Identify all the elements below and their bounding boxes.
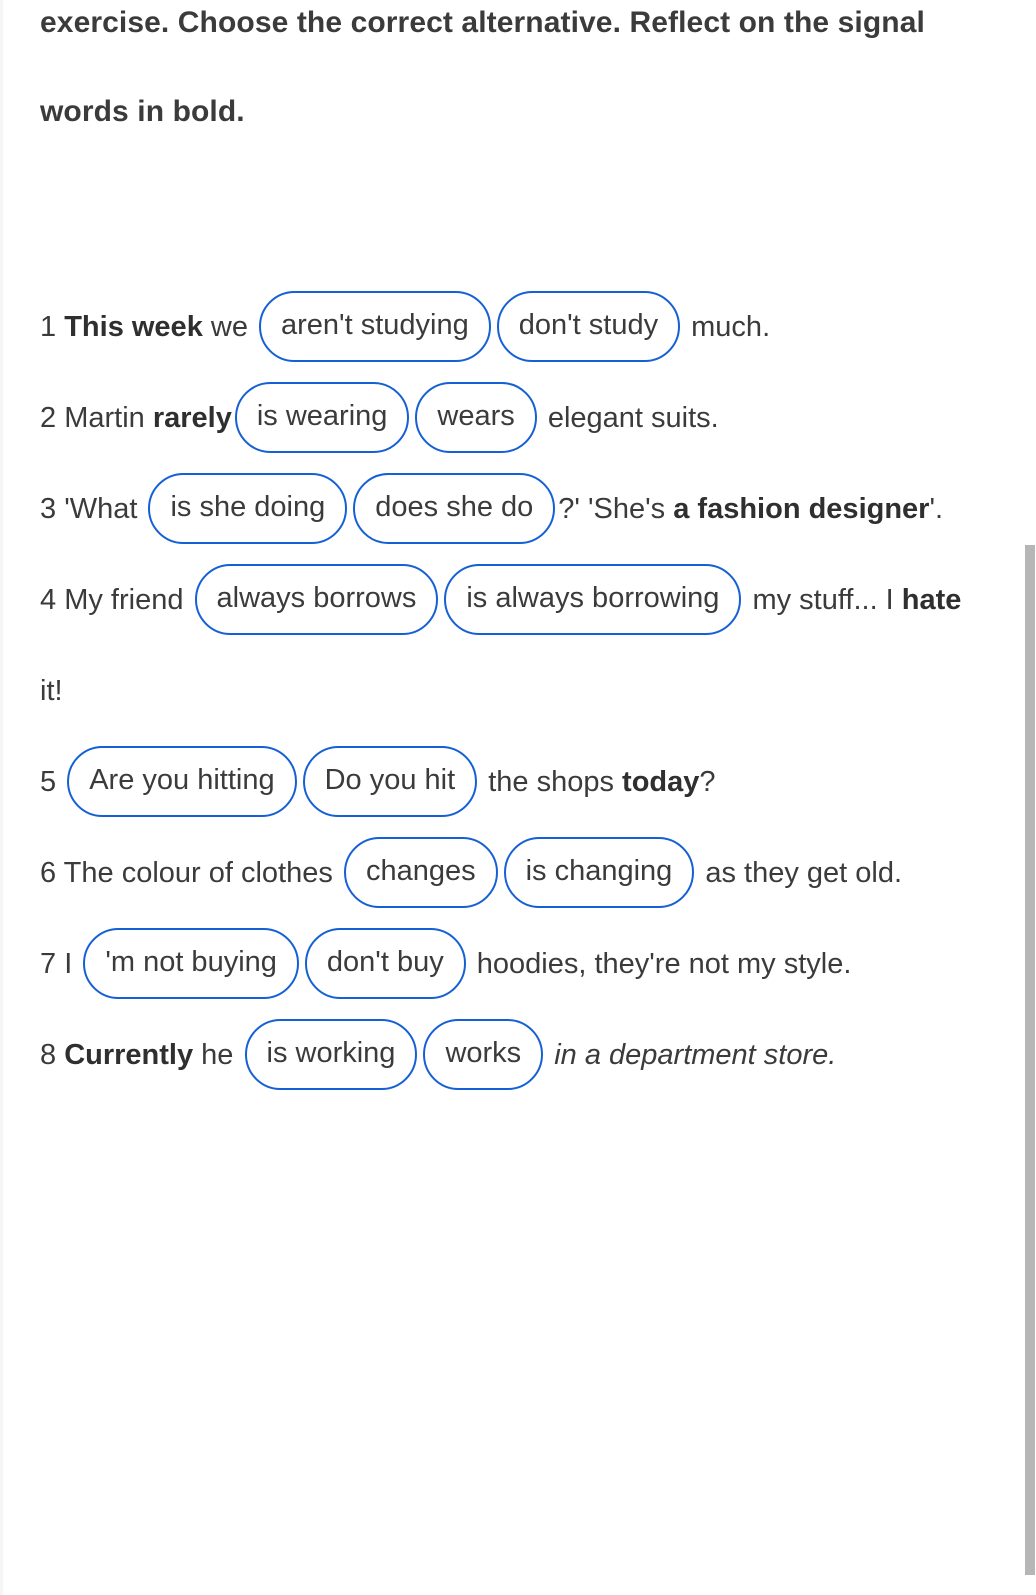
item-number: 4: [40, 584, 57, 616]
option-button[interactable]: Do you hit: [302, 745, 478, 817]
item-text: [56, 766, 64, 798]
item-number: 2: [40, 402, 57, 434]
exercise-item-1: 1 This week we aren't studying don't stud…: [40, 282, 986, 373]
signal-word-tail: hate: [901, 584, 962, 616]
item-text-end: '.: [929, 493, 944, 525]
option-button[interactable]: don't buy: [304, 927, 466, 999]
item-number: 6: [40, 857, 57, 889]
item-text: I: [56, 948, 81, 980]
item-text-end: ?: [699, 766, 716, 798]
item-number: 8: [40, 1039, 57, 1071]
option-button[interactable]: don't study: [496, 290, 681, 362]
item-number: 3: [40, 493, 57, 525]
option-button[interactable]: is changing: [503, 836, 695, 908]
exercise-page: exercise. Choose the correct alternative…: [0, 0, 1010, 1595]
exercise-item-3: 3 'What is she doing does she do ?' 'She's…: [40, 464, 986, 555]
item-text-tail: my stuff... I: [744, 584, 902, 616]
item-text-tail: as they get old.: [697, 857, 903, 889]
item-text: The colour of clothes: [56, 857, 341, 889]
item-text: My friend: [56, 584, 192, 616]
option-button[interactable]: is working: [244, 1018, 418, 1090]
signal-word-tail: today: [622, 766, 700, 798]
option-button[interactable]: is wearing: [234, 381, 410, 453]
item-text-tail: hoodies, they're not my style.: [468, 948, 852, 980]
exercise-item-6: 6 The colour of clothes changes is changi…: [40, 828, 986, 919]
vertical-scrollbar-thumb[interactable]: [1025, 545, 1035, 1575]
exercise-item-2: 2 Martin rarely is wearing wears elegant s…: [40, 373, 986, 464]
option-button[interactable]: does she do: [353, 472, 556, 544]
option-button[interactable]: wears: [415, 381, 537, 453]
option-button[interactable]: works: [423, 1018, 544, 1090]
option-button[interactable]: always borrows: [194, 563, 439, 635]
item-text: Martin: [56, 402, 153, 434]
option-button[interactable]: changes: [343, 836, 498, 908]
signal-word: This week: [64, 311, 203, 343]
item-text: we: [202, 311, 257, 343]
option-button[interactable]: 'm not buying: [83, 927, 299, 999]
item-number: 7: [40, 948, 57, 980]
item-number: 1: [40, 311, 57, 343]
item-text-mid: he: [193, 1039, 242, 1071]
exercise-item-7: 7 I 'm not buying don't buy hoodies, they…: [40, 919, 986, 1010]
exercise-item-5: 5 Are you hitting Do you hit the shops to…: [40, 737, 986, 828]
option-button[interactable]: Are you hitting: [67, 745, 297, 817]
item-text-tail: elegant suits.: [539, 402, 719, 434]
option-button[interactable]: is always borrowing: [444, 563, 742, 635]
item-number: 5: [40, 766, 57, 798]
item-text: 'What: [56, 493, 146, 525]
signal-word: rarely: [152, 402, 232, 434]
item-text: [56, 1039, 64, 1071]
item-text-tail: much.: [683, 311, 771, 343]
instruction-heading: exercise. Choose the correct alternative…: [40, 6, 925, 128]
signal-word: Currently: [64, 1039, 194, 1071]
vertical-scrollbar-track[interactable]: [1023, 0, 1036, 1595]
exercise-item-list: 1 This week we aren't studying don't stud…: [40, 282, 986, 1101]
option-button[interactable]: is she doing: [148, 472, 348, 544]
signal-word-tail: a fashion designer: [673, 493, 930, 525]
exercise-content: exercise. Choose the correct alternative…: [0, 0, 1010, 1090]
exercise-item-8: 8 Currently he is working works in a depa…: [40, 1010, 986, 1101]
exercise-item-4: 4 My friend always borrows is always borr…: [40, 555, 986, 737]
item-text-tail: the shops: [480, 766, 623, 798]
item-text-italic: in a department store.: [546, 1039, 837, 1071]
item-text-tail: ?' 'She's: [558, 493, 674, 525]
option-button[interactable]: aren't studying: [259, 290, 491, 362]
